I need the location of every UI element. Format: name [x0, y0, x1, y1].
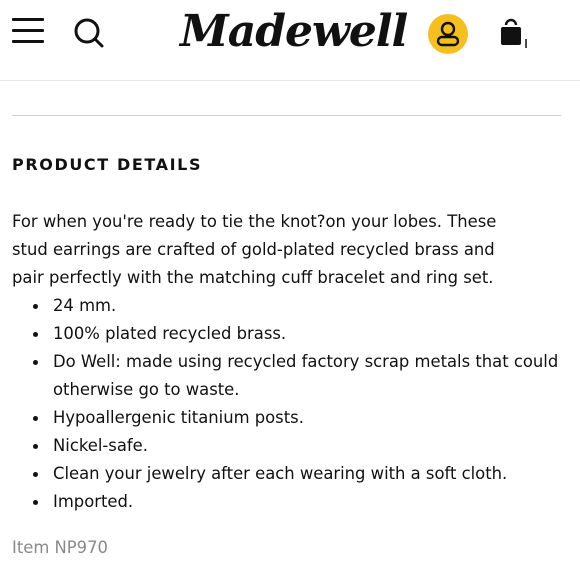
user-icon-graphic: [436, 21, 460, 47]
shopping-bag-icon-graphic: [501, 18, 527, 48]
shopping-bag-icon[interactable]: [498, 18, 530, 50]
list-item: Hypoallergenic titanium posts.: [12, 404, 568, 432]
list-item: Nickel-safe.: [12, 432, 568, 460]
list-item: Clean your jewelry after each wearing wi…: [12, 460, 568, 488]
list-item: Imported.: [12, 488, 568, 516]
section-divider: [12, 115, 561, 116]
list-item: Do Well: made using recycled factory scr…: [12, 348, 568, 404]
menu-line: [12, 29, 44, 32]
search-icon[interactable]: [72, 16, 106, 50]
menu-line: [12, 18, 44, 21]
product-details-heading: PRODUCT DETAILS: [12, 155, 203, 174]
list-item: 24 mm.: [12, 292, 568, 320]
search-icon-graphic: [74, 18, 104, 48]
description-line: stud earrings are crafted of gold-plated…: [12, 240, 495, 259]
site-header: Madewell: [0, 0, 580, 81]
description-line: For when you're ready to tie the knot?on…: [12, 212, 497, 231]
description-line: pair perfectly with the matching cuff br…: [12, 268, 494, 287]
hamburger-menu-icon[interactable]: [12, 17, 44, 45]
product-details-list: 24 mm. 100% plated recycled brass. Do We…: [12, 292, 568, 516]
list-item: 100% plated recycled brass.: [12, 320, 568, 348]
menu-line: [12, 40, 44, 43]
user-icon[interactable]: [428, 14, 468, 54]
item-number: Item NP970: [12, 538, 108, 557]
madewell-logo[interactable]: Madewell: [180, 2, 408, 62]
product-description: For when you're ready to tie the knot?on…: [12, 208, 568, 292]
